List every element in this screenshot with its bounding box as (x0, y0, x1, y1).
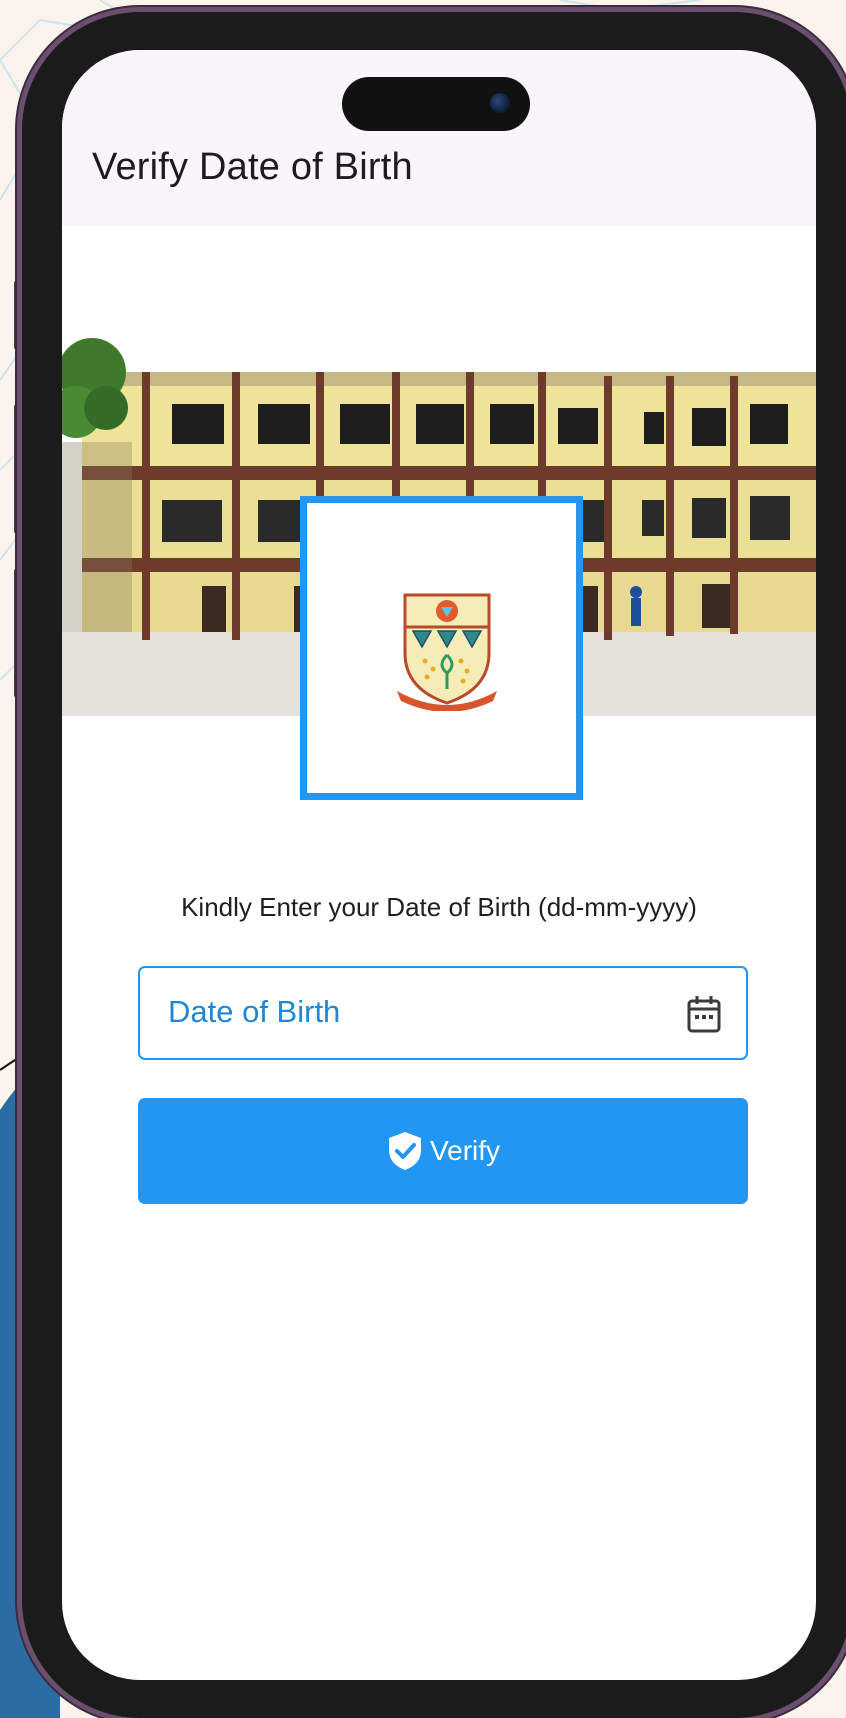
verify-button-label: Verify (429, 1135, 501, 1166)
front-camera-icon (490, 93, 510, 113)
dob-prompt-text: Kindly Enter your Date of Birth (dd-mm-y… (181, 892, 697, 922)
calendar-icon[interactable] (686, 994, 722, 1034)
page-title: Verify Date of Birth (92, 146, 413, 188)
phone-frame: Verify Date of Birth Kindly Enter your D… (22, 12, 846, 1718)
phone-side-button-volume-up (14, 404, 22, 534)
dob-input-field[interactable]: Date of Birth (138, 966, 748, 1060)
verify-button[interactable]: Verify (138, 1098, 748, 1204)
school-logo-frame (300, 496, 583, 800)
shield-check-icon (388, 1132, 421, 1170)
phone-side-button-volume-down (14, 568, 22, 698)
app-screen: Verify Date of Birth Kindly Enter your D… (62, 50, 816, 1680)
app-bar: Verify Date of Birth (62, 50, 816, 226)
school-crest-logo (397, 593, 497, 711)
dynamic-island (342, 77, 530, 131)
dob-field-label: Date of Birth (168, 994, 341, 1029)
phone-side-button-action (14, 280, 22, 350)
